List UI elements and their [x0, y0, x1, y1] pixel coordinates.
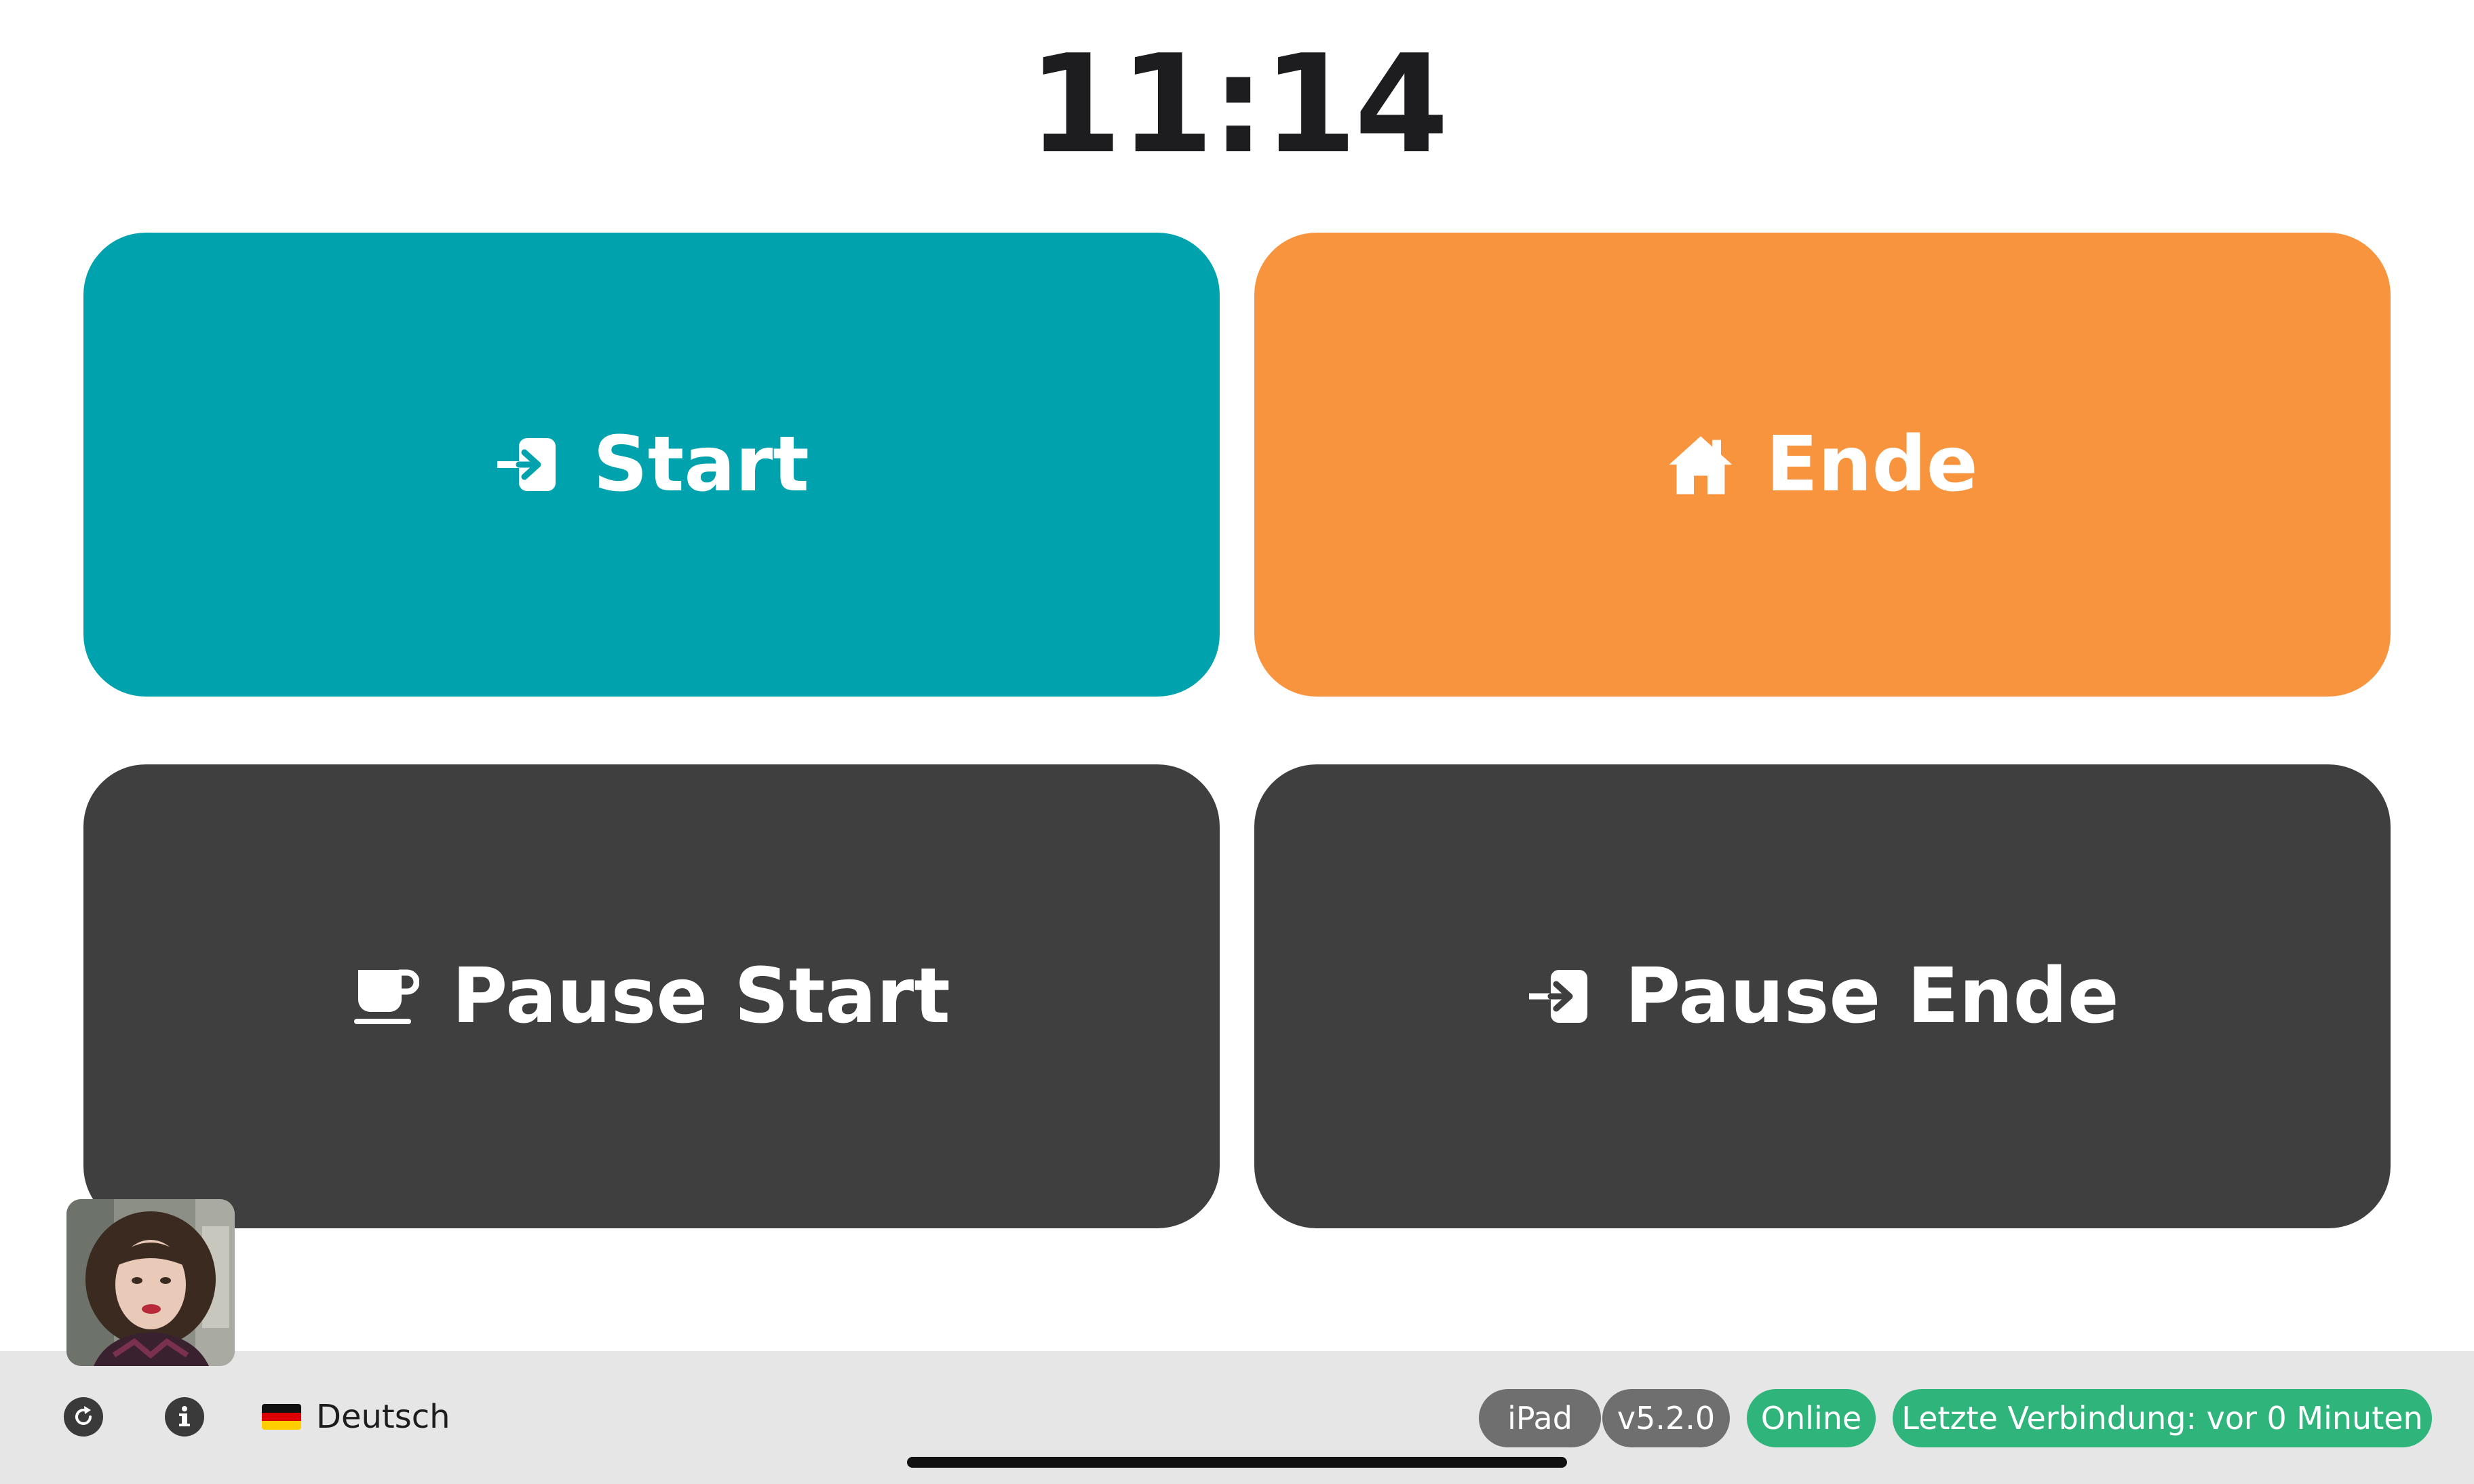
last-connection-badge: Letzte Verbindung: vor 0 Minuten — [1893, 1389, 2432, 1447]
language-label: Deutsch — [316, 1398, 450, 1436]
pause-start-label: Pause Start — [452, 952, 950, 1040]
pause-end-button[interactable]: Pause Ende — [1254, 764, 2391, 1228]
end-button[interactable]: Ende — [1254, 233, 2391, 697]
start-button[interactable]: Start — [83, 233, 1220, 697]
language-selector[interactable]: Deutsch — [262, 1393, 450, 1441]
user-avatar — [66, 1199, 235, 1366]
info-button[interactable] — [165, 1397, 204, 1437]
home-icon — [1667, 431, 1735, 499]
start-label: Start — [593, 421, 809, 509]
pause-start-button[interactable]: Pause Start — [83, 764, 1220, 1228]
refresh-icon — [71, 1405, 96, 1429]
device-badge: iPad — [1479, 1389, 1601, 1447]
start-button-content: Start — [494, 421, 809, 509]
version-badge: v5.2.0 — [1602, 1389, 1730, 1447]
pause-end-label: Pause Ende — [1625, 952, 2119, 1040]
pause-end-button-content: Pause Ende — [1526, 952, 2119, 1040]
info-icon — [174, 1405, 195, 1429]
coffee-cup-icon — [353, 962, 421, 1030]
sign-in-icon — [1526, 962, 1593, 1030]
end-button-content: Ende — [1667, 421, 1978, 509]
end-label: Ende — [1766, 421, 1978, 509]
time-clock-app: 11:14 Start Ende Pause Start Pause Ende … — [0, 0, 2474, 1484]
current-time: 11:14 — [1028, 26, 1449, 184]
home-indicator[interactable] — [907, 1457, 1567, 1468]
sign-in-icon — [494, 431, 562, 499]
pause-start-button-content: Pause Start — [353, 952, 950, 1040]
german-flag-icon — [262, 1404, 301, 1430]
connection-status-badge: Online — [1747, 1389, 1876, 1447]
refresh-button[interactable] — [64, 1397, 103, 1437]
